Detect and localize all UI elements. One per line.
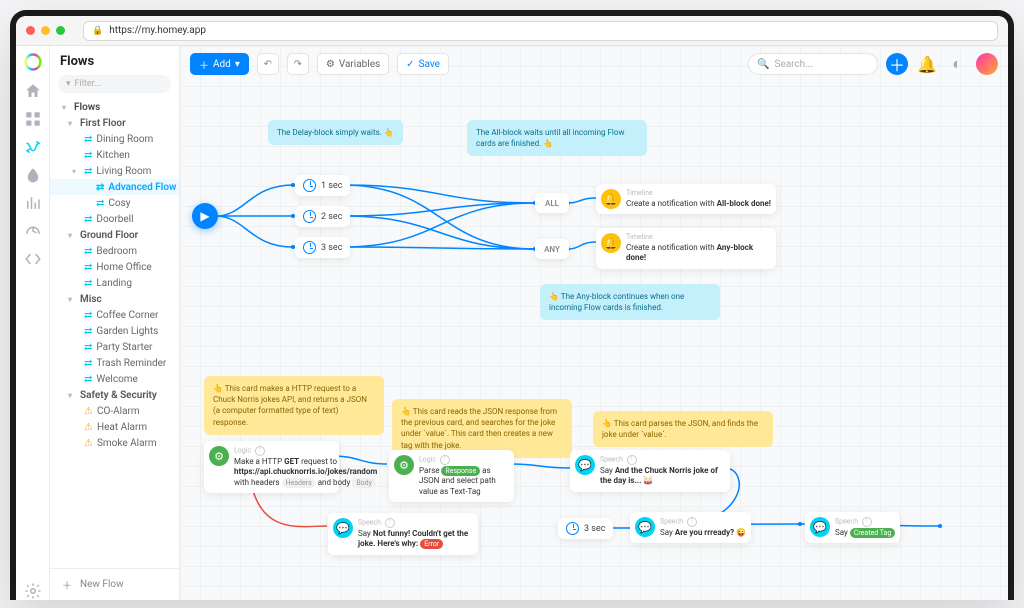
delay-node[interactable]: 2 sec xyxy=(295,206,350,227)
close-window-icon[interactable] xyxy=(26,26,35,35)
tree-item[interactable]: ⚠Heat Alarm xyxy=(50,419,179,435)
tree-group[interactable]: ▾Ground Floor xyxy=(50,227,179,243)
tree-item[interactable]: ⇄Home Office xyxy=(50,259,179,275)
logic-icon: ⚙ xyxy=(394,455,414,475)
tree-item[interactable]: ⇄Coffee Corner xyxy=(50,307,179,323)
note-all[interactable]: The All-block waits until all incoming F… xyxy=(467,120,647,156)
timeline-card[interactable]: 🔔 TimelineCreate a notification with All… xyxy=(596,184,776,214)
save-button[interactable]: ✓ Save xyxy=(397,53,449,75)
user-avatar[interactable] xyxy=(976,53,998,75)
clock-icon xyxy=(566,522,579,535)
new-flow-button[interactable]: ＋New Flow xyxy=(50,568,179,600)
tree-root[interactable]: ▾Flows xyxy=(50,99,179,115)
energy-icon[interactable] xyxy=(24,166,42,184)
insights-icon[interactable] xyxy=(24,194,42,212)
speech-card-joke[interactable]: 💬 Speech !Say And the Chuck Norris joke … xyxy=(570,450,730,492)
delay-node[interactable]: 3 sec xyxy=(558,518,613,539)
search-input[interactable]: 🔍Search... xyxy=(748,53,878,75)
tree-item[interactable]: ⇄Kitchen xyxy=(50,147,179,163)
all-merge-node[interactable]: ALL xyxy=(535,193,569,213)
note-http[interactable]: 👆 This card makes a HTTP request to a Ch… xyxy=(204,376,384,435)
homey-logo[interactable] xyxy=(23,52,43,72)
tree-group[interactable]: ▾First Floor xyxy=(50,115,179,131)
browser-chrome: 🔒 https://my.homey.app xyxy=(16,16,1008,46)
tree-item[interactable]: ▾⇄Living Room xyxy=(50,163,179,179)
notifications-icon[interactable]: 🔔 xyxy=(916,53,938,75)
speech-icon: 💬 xyxy=(333,518,353,538)
apps-icon[interactable] xyxy=(24,110,42,128)
note-delay[interactable]: The Delay-block simply waits. 👆 xyxy=(268,120,403,145)
tree-item[interactable]: ⇄Cosy xyxy=(50,195,179,211)
nav-rail xyxy=(16,46,50,600)
tree-item[interactable]: ⇄Doorbell xyxy=(50,211,179,227)
flow-tree: ▾Flows ▾First Floor ⇄Dining Room ⇄Kitche… xyxy=(50,99,179,568)
tree-item[interactable]: ⇄Party Starter xyxy=(50,339,179,355)
clock-icon xyxy=(303,179,316,192)
tree-item-active[interactable]: ⇄Advanced Flow xyxy=(50,179,179,195)
flow-canvas[interactable]: ＋ Add ▾ ↶ ↷ ⚙ Variables ✓ Save 🔍Search..… xyxy=(180,46,1008,600)
tree-item[interactable]: ⇄Trash Reminder xyxy=(50,355,179,371)
start-node[interactable]: ▶ xyxy=(192,203,218,229)
tree-item[interactable]: ⚠CO-Alarm xyxy=(50,403,179,419)
speech-icon: 💬 xyxy=(635,517,655,537)
tree-group[interactable]: ▾Misc xyxy=(50,291,179,307)
clock-icon xyxy=(303,210,316,223)
funnel-icon: ▾ xyxy=(66,79,71,89)
note-json[interactable]: 👆 This card parses the JSON, and finds t… xyxy=(593,411,773,447)
tree-item[interactable]: ⇄Welcome xyxy=(50,371,179,387)
dark-mode-icon[interactable]: ◐ xyxy=(946,53,968,75)
settings-icon[interactable] xyxy=(24,582,42,600)
speech-card-tag[interactable]: 💬 Speech !Say Created Tag xyxy=(805,512,900,543)
add-button[interactable]: ＋ Add ▾ xyxy=(190,53,249,75)
note-any[interactable]: 👆 The Any-block continues when one incom… xyxy=(540,284,720,320)
logic-icon: ⚙ xyxy=(209,446,229,466)
delay-node[interactable]: 1 sec xyxy=(295,175,350,196)
tree-item[interactable]: ⇄Garden Lights xyxy=(50,323,179,339)
bell-icon: 🔔 xyxy=(601,189,621,209)
filter-input[interactable]: ▾ Filter... xyxy=(58,75,171,93)
maximize-window-icon[interactable] xyxy=(56,26,65,35)
global-add-button[interactable]: ＋ xyxy=(886,53,908,75)
speech-icon: 💬 xyxy=(575,455,595,475)
tree-item[interactable]: ⇄Bedroom xyxy=(50,243,179,259)
logic-card-parse[interactable]: ⚙ Logic !Parse Response as JSON and sele… xyxy=(389,450,514,502)
page-title: Flows xyxy=(50,46,179,75)
speech-card-ready[interactable]: 💬 Speech !Say Are you rrready? 😜 xyxy=(630,512,751,543)
logic-card-http[interactable]: ⚙ Logic !Make a HTTP GET request to http… xyxy=(204,441,339,493)
any-merge-node[interactable]: ANY xyxy=(535,239,569,259)
flows-icon[interactable] xyxy=(24,138,42,156)
script-icon[interactable] xyxy=(24,250,42,268)
tree-item[interactable]: ⇄Dining Room xyxy=(50,131,179,147)
tree-group[interactable]: ▾Safety & Security xyxy=(50,387,179,403)
sidebar: Flows ▾ Filter... ▾Flows ▾First Floor ⇄D… xyxy=(50,46,180,600)
tree-item[interactable]: ⚠Smoke Alarm xyxy=(50,435,179,451)
url-bar[interactable]: 🔒 https://my.homey.app xyxy=(83,21,998,41)
bell-icon: 🔔 xyxy=(601,233,621,253)
note-parse[interactable]: 👆 This card reads the JSON response from… xyxy=(392,399,572,458)
lock-icon: 🔒 xyxy=(92,26,103,36)
clock-icon xyxy=(303,241,316,254)
url-text: https://my.homey.app xyxy=(109,25,206,36)
undo-button[interactable]: ↶ xyxy=(257,53,279,75)
redo-button[interactable]: ↷ xyxy=(287,53,309,75)
variables-button[interactable]: ⚙ Variables xyxy=(317,53,389,75)
canvas-toolbar: ＋ Add ▾ ↶ ↷ ⚙ Variables ✓ Save 🔍Search..… xyxy=(180,46,1008,82)
timeline-card[interactable]: 🔔 TimelineCreate a notification with Any… xyxy=(596,228,776,269)
tree-item[interactable]: ⇄Landing xyxy=(50,275,179,291)
delay-node[interactable]: 3 sec xyxy=(295,237,350,258)
speech-icon: 💬 xyxy=(810,517,830,537)
plus-icon: ＋ xyxy=(62,577,72,592)
search-icon: 🔍 xyxy=(757,59,769,70)
minimize-window-icon[interactable] xyxy=(41,26,50,35)
speech-card-error[interactable]: 💬 Speech !Say Not funny! Couldn't get th… xyxy=(328,513,478,555)
home-icon[interactable] xyxy=(24,82,42,100)
speed-icon[interactable] xyxy=(24,222,42,240)
